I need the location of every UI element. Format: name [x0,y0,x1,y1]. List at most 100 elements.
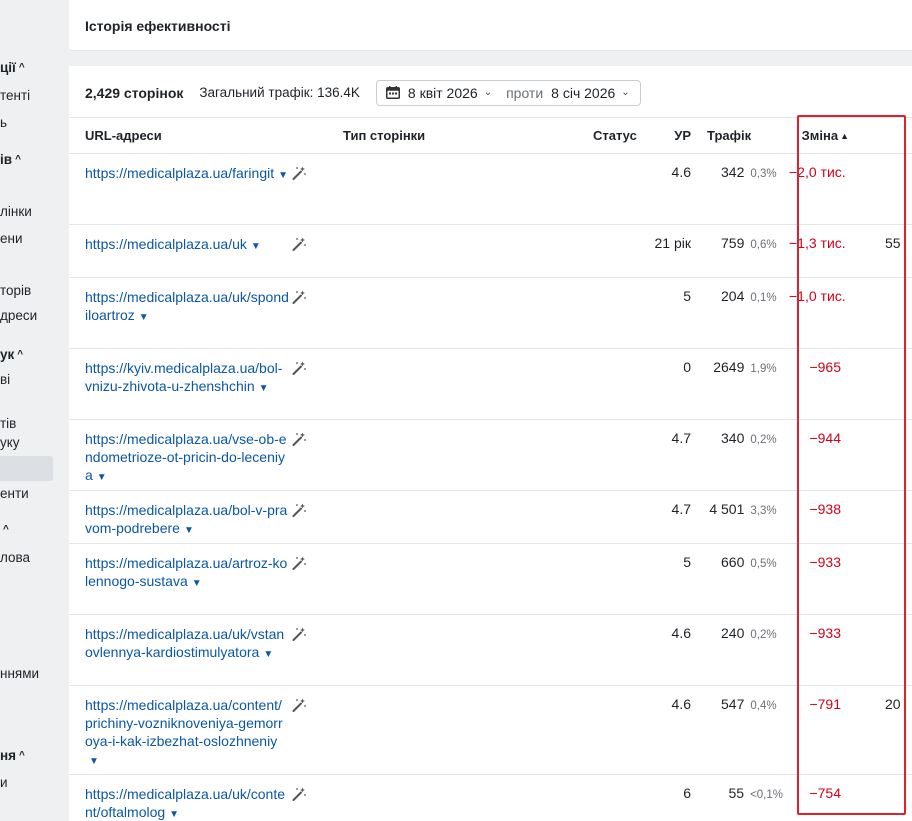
table-row[interactable]: https://medicalplaza.ua/artroz-kolennogo… [69,543,912,615]
table-row[interactable]: https://medicalplaza.ua/content/prichiny… [69,685,912,775]
caret-down-icon[interactable]: ▼ [139,312,149,323]
sidebar-active-item[interactable] [0,456,53,481]
sidebar-item-label: лінки [0,204,32,219]
chevron-up-icon[interactable]: ^ [15,154,21,165]
table-row[interactable]: https://medicalplaza.ua/uk/vstanovlennya… [69,614,912,686]
page-url-link[interactable]: https://medicalplaza.ua/artroz-kolennogo… [85,554,289,593]
table-row[interactable]: https://kyiv.medicalplaza.ua/bol-vnizu-z… [69,348,912,420]
chevron-up-icon[interactable]: ^ [19,750,25,761]
magic-wand-icon[interactable] [291,431,307,447]
sidebar-item[interactable]: ннями [0,666,39,681]
magic-wand-icon[interactable] [291,360,307,376]
versus-label: проти [506,84,544,101]
summary-bar: 2,429 сторінок Загальний трафік: 136.4K … [85,79,641,106]
magic-wand-icon[interactable] [291,236,307,252]
page-url-link[interactable]: https://kyiv.medicalplaza.ua/bol-vnizu-z… [85,359,289,398]
sidebar-item[interactable]: енти [0,486,29,501]
chevron-up-icon[interactable]: ^ [19,62,25,73]
col-ur[interactable]: УР [651,117,691,154]
caret-down-icon[interactable]: ▼ [89,756,99,767]
caret-down-icon[interactable]: ▼ [263,649,273,660]
page-url-link[interactable]: https://medicalplaza.ua/uk/vstanovlennya… [85,625,289,664]
sidebar-item[interactable]: ук ^ [0,347,23,362]
table-row[interactable]: https://medicalplaza.ua/bol-v-pravom-pod… [69,490,912,544]
magic-wand-icon[interactable] [291,697,307,713]
sidebar-item[interactable]: ів ^ [0,152,21,167]
page-url-text[interactable]: https://medicalplaza.ua/vse-ob-endometri… [85,431,287,483]
status-cell [593,277,651,349]
table-row[interactable]: https://medicalplaza.ua/uk/spondiloartro… [69,277,912,349]
table-row[interactable]: https://medicalplaza.ua/faringit ▼ 4.6 342 0… [69,153,912,225]
date-from[interactable]: 8 квіт 2026 [408,85,478,101]
page-url-link[interactable]: https://medicalplaza.ua/faringit ▼ [85,164,289,185]
traffic-percent: 0,5% [750,558,777,570]
page-url-text[interactable]: https://kyiv.medicalplaza.ua/bol-vnizu-z… [85,360,282,394]
magic-wand-icon[interactable] [291,555,307,571]
page-url-link[interactable]: https://medicalplaza.ua/bol-v-pravom-pod… [85,501,289,540]
col-traffic[interactable]: Трафік [691,117,789,154]
sidebar-item[interactable]: ві [0,372,10,387]
caret-down-icon[interactable]: ▼ [169,809,179,820]
magic-wand-icon[interactable] [291,786,307,802]
table-row[interactable]: https://medicalplaza.ua/uk ▼ 21 рік 759 0,6%… [69,224,912,278]
date-to[interactable]: 8 січ 2026 [551,85,615,101]
sidebar-item[interactable]: и [0,775,8,790]
page-url-text[interactable]: https://medicalplaza.ua/artroz-kolennogo… [85,555,287,589]
col-url[interactable]: URL-адреси [69,117,291,154]
table-header: URL-адреси Тип сторінки Статус УР Трафік… [69,117,912,154]
chevron-up-icon[interactable]: ^ [3,524,9,535]
magic-wand-icon[interactable] [291,502,307,518]
sidebar-item[interactable]: торів [0,283,31,298]
sidebar-item[interactable]: тів [0,416,16,431]
page-url-text[interactable]: https://medicalplaza.ua/uk/content/oftal… [85,786,285,820]
sidebar-item[interactable]: ції ^ [0,60,25,75]
ur-value: 4.6 [651,153,691,225]
sidebar-item[interactable]: ^ [0,522,9,537]
page-url-link[interactable]: https://medicalplaza.ua/content/prichiny… [85,696,289,771]
sidebar-item[interactable]: тенті [0,88,30,103]
sidebar-item[interactable]: ени [0,231,23,246]
page-url-text[interactable]: https://medicalplaza.ua/uk/vstanovlennya… [85,626,284,660]
caret-down-icon[interactable]: ▼ [259,383,269,394]
page-url-text[interactable]: https://medicalplaza.ua/faringit [85,165,274,181]
table-row[interactable]: https://medicalplaza.ua/uk/content/oftal… [69,774,912,821]
page-url-link[interactable]: https://medicalplaza.ua/uk/spondiloartro… [85,288,289,327]
ur-value: 5 [651,277,691,349]
magic-wand-icon[interactable] [291,289,307,305]
caret-down-icon[interactable]: ▼ [251,241,261,252]
sidebar-item[interactable]: ня ^ [0,748,25,763]
magic-wand-icon[interactable] [291,165,307,181]
page-url-link[interactable]: https://medicalplaza.ua/uk/content/oftal… [85,785,289,821]
page-url-link[interactable]: https://medicalplaza.ua/uk ▼ [85,235,289,256]
caret-down-icon[interactable]: ▼ [97,472,107,483]
next-column-value [885,419,912,491]
traffic-percent: <0,1% [750,789,783,801]
sidebar-item-label: ів [0,152,13,167]
sidebar-item[interactable]: лова [0,550,30,565]
page-url-text[interactable]: https://medicalplaza.ua/content/prichiny… [85,697,283,749]
sidebar-item[interactable]: дреси [0,308,37,323]
sidebar-item[interactable]: ь [0,115,7,130]
sidebar-item[interactable]: лінки [0,204,32,219]
col-page-type[interactable]: Тип сторінки [343,117,593,154]
col-status[interactable]: Статус [593,117,651,154]
status-cell [593,774,651,821]
page-url-text[interactable]: https://medicalplaza.ua/uk/spondiloartro… [85,289,289,323]
chevron-up-icon[interactable]: ^ [17,349,23,360]
table-row[interactable]: https://medicalplaza.ua/vse-ob-endometri… [69,419,912,491]
page-url-text[interactable]: https://medicalplaza.ua/uk [85,236,247,252]
magic-wand-icon[interactable] [291,626,307,642]
next-column-value [885,153,912,225]
sidebar-item-label: ук [0,347,15,362]
caret-down-icon[interactable]: ▼ [184,525,194,536]
page-url-link[interactable]: https://medicalplaza.ua/vse-ob-endometri… [85,430,289,487]
sidebar-item-label: ени [0,231,23,246]
caret-down-icon[interactable]: ▼ [192,578,202,589]
status-cell [593,348,651,420]
status-cell [593,224,651,278]
date-range-picker[interactable]: 8 квіт 2026 ⌄ проти 8 січ 2026 ⌄ [375,79,641,106]
col-change[interactable]: Зміна ▲ [789,117,885,154]
sidebar-item[interactable]: уку [0,435,20,450]
caret-down-icon[interactable]: ▼ [278,170,288,181]
traffic-percent: 0,4% [750,700,777,712]
